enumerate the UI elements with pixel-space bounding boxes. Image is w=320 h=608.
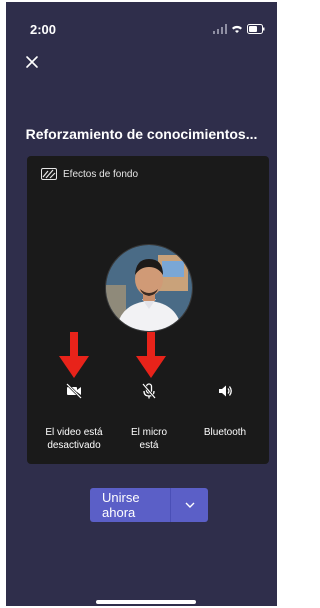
phone-screen: 2:00 Reforzamiento de conocimientos... E… — [6, 2, 277, 606]
background-effects-button[interactable]: Efectos de fondo — [41, 168, 138, 180]
close-button[interactable] — [24, 54, 44, 74]
status-time: 2:00 — [30, 22, 57, 37]
annotation-arrow-video — [59, 332, 89, 378]
mic-toggle-label-2: está — [139, 440, 159, 451]
meeting-title: Reforzamiento de conocimientos... — [25, 126, 258, 142]
audio-output-label: Bluetooth — [203, 427, 247, 438]
wifi-icon — [232, 25, 242, 33]
background-effects-icon — [41, 168, 57, 180]
mic-off-icon — [142, 383, 156, 399]
video-toggle-label-1: El video está — [45, 427, 103, 438]
video-off-icon — [66, 383, 82, 399]
join-now-button[interactable]: Unirse ahora — [90, 490, 170, 520]
user-avatar — [105, 244, 193, 332]
video-toggle[interactable]: El video está desactivado — [39, 382, 109, 452]
video-toggle-label-2: desactivado — [47, 440, 101, 451]
annotation-arrow-mic — [136, 332, 166, 378]
mic-toggle-label-1: El micro — [130, 427, 168, 438]
signal-icon — [213, 24, 227, 34]
home-indicator — [96, 600, 196, 604]
video-preview-card: Efectos de fondo El video está desactiva… — [27, 156, 269, 464]
battery-icon — [247, 24, 265, 34]
speaker-icon — [219, 385, 232, 397]
join-button-group: Unirse ahora — [90, 488, 208, 522]
close-icon — [26, 56, 38, 68]
status-icons — [213, 24, 265, 34]
join-options-button[interactable] — [171, 488, 208, 522]
audio-output-button[interactable]: Bluetooth — [190, 382, 260, 439]
mic-toggle[interactable]: El micro está — [114, 382, 184, 452]
status-bar: 2:00 — [6, 2, 277, 42]
chevron-down-icon — [185, 502, 195, 508]
background-effects-label: Efectos de fondo — [63, 168, 139, 180]
